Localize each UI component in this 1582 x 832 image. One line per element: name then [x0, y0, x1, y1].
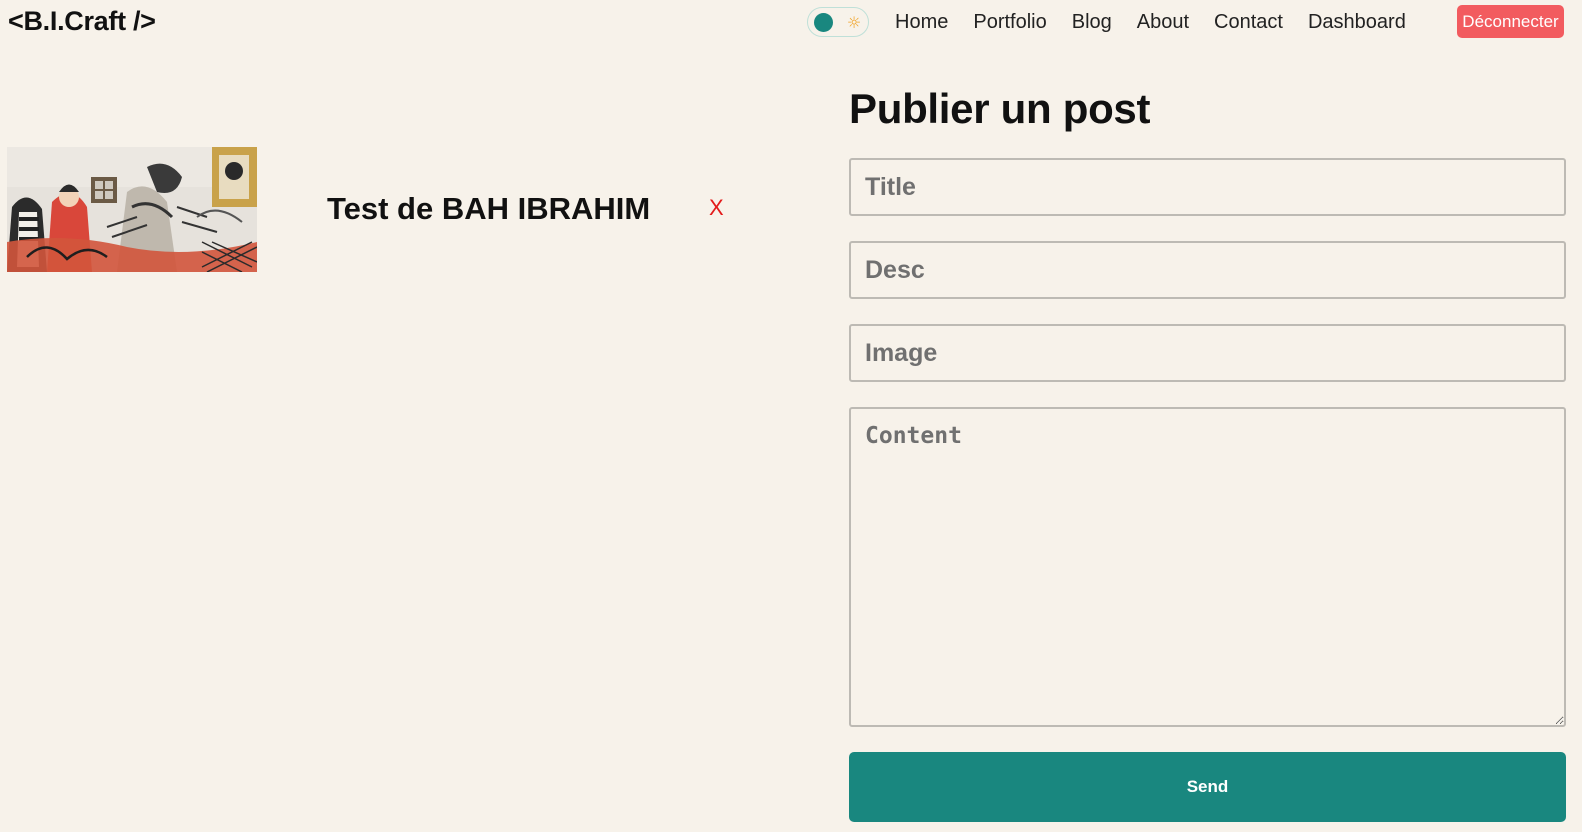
content-textarea[interactable]	[849, 407, 1566, 727]
post-title[interactable]: Test de BAH IBRAHIM	[327, 191, 650, 227]
nav-portfolio[interactable]: Portfolio	[973, 10, 1046, 34]
form-heading: Publier un post	[849, 85, 1151, 132]
image-input[interactable]	[849, 324, 1566, 382]
delete-post-button[interactable]: X	[709, 195, 724, 221]
sun-icon: ☼	[846, 13, 862, 32]
nav-about[interactable]: About	[1137, 10, 1189, 34]
send-button[interactable]: Send	[849, 752, 1566, 822]
desc-input[interactable]	[849, 241, 1566, 299]
title-input[interactable]	[849, 158, 1566, 216]
nav-contact[interactable]: Contact	[1214, 10, 1283, 34]
nav-home[interactable]: Home	[895, 10, 948, 34]
site-logo[interactable]: <B.I.Craft />	[8, 6, 156, 37]
nav-blog[interactable]: Blog	[1072, 10, 1112, 34]
logout-button[interactable]: Déconnecter	[1457, 5, 1564, 38]
main-nav: Home Portfolio Blog About Contact Dashbo…	[895, 10, 1431, 34]
publish-post-form: Publier un post Send	[849, 86, 1566, 822]
site-header: <B.I.Craft /> ☼ Home Portfolio Blog Abou…	[0, 0, 1582, 44]
post-list-item: Test de BAH IBRAHIM X	[7, 147, 827, 272]
nav-dashboard[interactable]: Dashboard	[1308, 10, 1406, 34]
toggle-knob	[814, 13, 833, 32]
post-thumbnail	[7, 147, 257, 272]
theme-toggle[interactable]: ☼	[807, 7, 869, 37]
